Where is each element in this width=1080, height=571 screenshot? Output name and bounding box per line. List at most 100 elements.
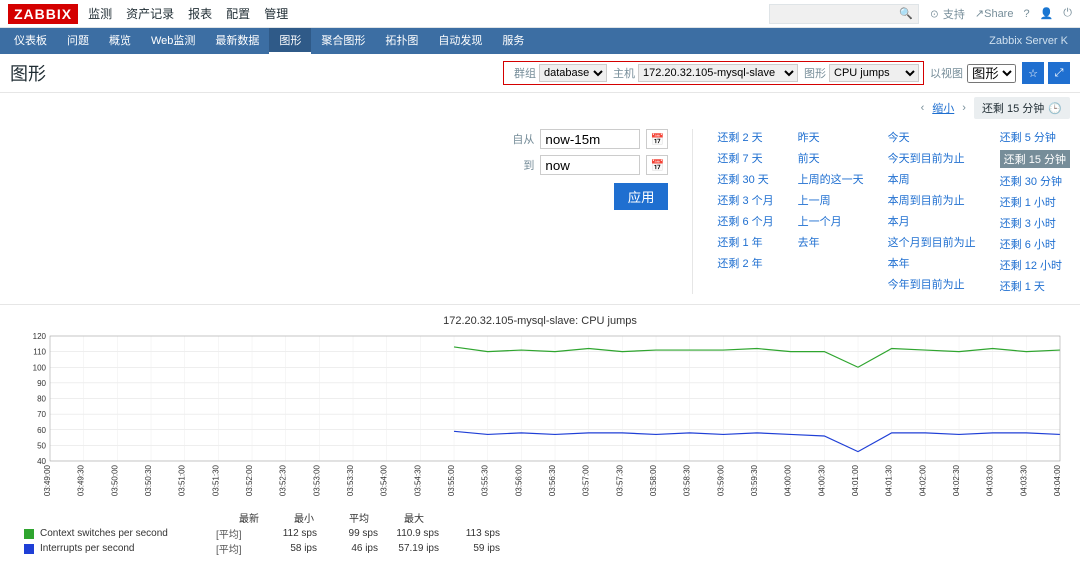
subnav-item[interactable]: 聚合图形 bbox=[311, 28, 375, 54]
from-input[interactable] bbox=[540, 129, 640, 149]
preset-link[interactable]: 还剩 2 天 bbox=[717, 129, 773, 145]
host-select[interactable]: 172.20.32.105-mysql-slave bbox=[638, 64, 798, 82]
topnav-item[interactable]: 报表 bbox=[188, 7, 212, 21]
preset-link[interactable]: 还剩 3 小时 bbox=[1000, 215, 1070, 231]
svg-text:04:04:00: 04:04:00 bbox=[1053, 464, 1062, 496]
preset-link[interactable]: 本周 bbox=[888, 171, 976, 187]
preset-link[interactable]: 本年 bbox=[888, 255, 976, 271]
preset-link[interactable]: 前天 bbox=[798, 150, 864, 166]
svg-text:90: 90 bbox=[37, 379, 46, 388]
logout-icon[interactable]: ⏻ bbox=[1063, 7, 1072, 20]
svg-text:03:59:30: 03:59:30 bbox=[750, 464, 759, 496]
preset-link[interactable]: 今天到目前为止 bbox=[888, 150, 976, 166]
legend-row: Context switches per second[平均]112 sps99… bbox=[24, 526, 1056, 541]
group-label: 群组 bbox=[514, 65, 536, 81]
zoom-next-icon[interactable]: › bbox=[962, 102, 966, 114]
group-select[interactable]: database bbox=[539, 64, 607, 82]
svg-text:40: 40 bbox=[37, 457, 46, 466]
chart: 40506070809010011012003:49:0003:49:3003:… bbox=[10, 331, 1070, 501]
legend-row: Interrupts per second[平均]58 ips46 ips57.… bbox=[24, 541, 1056, 556]
topnav-item[interactable]: 管理 bbox=[264, 7, 288, 21]
chart-title: 172.20.32.105-mysql-slave: CPU jumps bbox=[10, 315, 1070, 327]
subnav-item[interactable]: 概览 bbox=[99, 28, 141, 54]
search-icon[interactable]: 🔍 bbox=[895, 7, 917, 20]
preset-link[interactable]: 还剩 6 小时 bbox=[1000, 236, 1070, 252]
help-icon[interactable]: ? bbox=[1023, 8, 1029, 20]
subnav-item[interactable]: 问题 bbox=[57, 28, 99, 54]
preset-link[interactable]: 还剩 1 小时 bbox=[1000, 194, 1070, 210]
svg-text:04:02:30: 04:02:30 bbox=[952, 464, 961, 496]
svg-text:50: 50 bbox=[37, 441, 46, 450]
preset-link[interactable]: 还剩 30 分钟 bbox=[1000, 173, 1070, 189]
preset-link[interactable]: 还剩 1 年 bbox=[717, 234, 773, 250]
user-icon[interactable]: 👤 bbox=[1040, 7, 1054, 20]
preset-link[interactable]: 还剩 2 年 bbox=[717, 255, 773, 271]
svg-text:03:52:30: 03:52:30 bbox=[279, 464, 288, 496]
preset-link[interactable]: 还剩 3 个月 bbox=[717, 192, 773, 208]
preset-link[interactable]: 今天 bbox=[888, 129, 976, 145]
topnav-item[interactable]: 资产记录 bbox=[126, 7, 174, 21]
favorite-button[interactable]: ☆ bbox=[1022, 62, 1044, 84]
preset-link[interactable]: 还剩 15 分钟 bbox=[1000, 150, 1070, 168]
search-box: 🔍 bbox=[769, 4, 919, 24]
subnav-item[interactable]: 拓扑图 bbox=[375, 28, 428, 54]
share-link[interactable]: ↗Share bbox=[975, 7, 1014, 20]
svg-text:03:55:30: 03:55:30 bbox=[481, 464, 490, 496]
subnav-item[interactable]: 图形 bbox=[269, 28, 311, 54]
preset-link[interactable]: 还剩 6 个月 bbox=[717, 213, 773, 229]
svg-text:100: 100 bbox=[33, 363, 47, 372]
preset-link[interactable]: 今年到目前为止 bbox=[888, 276, 976, 292]
search-input[interactable] bbox=[770, 6, 895, 21]
subnav-item[interactable]: 自动发现 bbox=[428, 28, 492, 54]
subnav-item[interactable]: 服务 bbox=[492, 28, 534, 54]
preset-link[interactable]: 去年 bbox=[798, 234, 864, 250]
support-link[interactable]: ☉ 支持 bbox=[929, 6, 965, 22]
preset-link[interactable]: 还剩 12 小时 bbox=[1000, 257, 1070, 273]
shrink-link[interactable]: 缩小 bbox=[932, 100, 954, 116]
subnav-item[interactable]: 最新数据 bbox=[205, 28, 269, 54]
svg-text:03:57:00: 03:57:00 bbox=[582, 464, 591, 496]
fullscreen-button[interactable]: ⤢ bbox=[1048, 62, 1070, 84]
svg-text:03:50:00: 03:50:00 bbox=[110, 464, 119, 496]
svg-text:03:54:00: 03:54:00 bbox=[380, 464, 389, 496]
server-name: Zabbix Server K bbox=[989, 35, 1076, 47]
preset-link[interactable]: 上一周 bbox=[798, 192, 864, 208]
svg-text:03:58:30: 03:58:30 bbox=[683, 464, 692, 496]
svg-text:03:58:00: 03:58:00 bbox=[649, 464, 658, 496]
svg-text:04:03:00: 04:03:00 bbox=[986, 464, 995, 496]
svg-text:60: 60 bbox=[37, 426, 46, 435]
apply-button[interactable]: 应用 bbox=[614, 183, 669, 210]
graph-select[interactable]: CPU jumps bbox=[829, 64, 919, 82]
legend: 最新最小平均最大 Context switches per second[平均]… bbox=[10, 504, 1070, 562]
svg-text:04:00:00: 04:00:00 bbox=[784, 464, 793, 496]
topnav-item[interactable]: 配置 bbox=[226, 7, 250, 21]
to-input[interactable] bbox=[540, 155, 640, 175]
preset-link[interactable]: 本周到目前为止 bbox=[888, 192, 976, 208]
zoom-prev-icon[interactable]: ‹ bbox=[921, 102, 925, 114]
preset-link[interactable]: 昨天 bbox=[798, 129, 864, 145]
preset-link[interactable]: 上周的这一天 bbox=[798, 171, 864, 187]
svg-text:04:02:00: 04:02:00 bbox=[918, 464, 927, 496]
svg-text:03:49:30: 03:49:30 bbox=[77, 464, 86, 496]
preset-link[interactable]: 还剩 5 分钟 bbox=[1000, 129, 1070, 145]
svg-text:03:51:30: 03:51:30 bbox=[211, 464, 220, 496]
subnav-item[interactable]: 仪表板 bbox=[4, 28, 57, 54]
preset-link[interactable]: 还剩 30 天 bbox=[717, 171, 773, 187]
svg-text:04:00:30: 04:00:30 bbox=[817, 464, 826, 496]
current-range[interactable]: 还剩 15 分钟🕒 bbox=[974, 97, 1070, 119]
sub-nav: 仪表板问题概览Web监测最新数据图形聚合图形拓扑图自动发现服务 Zabbix S… bbox=[0, 28, 1080, 54]
preset-link[interactable]: 还剩 7 天 bbox=[717, 150, 773, 166]
preset-link[interactable]: 本月 bbox=[888, 213, 976, 229]
preset-link[interactable]: 上一个月 bbox=[798, 213, 864, 229]
preset-link[interactable]: 这个月到目前为止 bbox=[888, 234, 976, 250]
svg-text:03:51:00: 03:51:00 bbox=[178, 464, 187, 496]
topnav-item[interactable]: 监测 bbox=[88, 7, 112, 21]
calendar-icon[interactable]: 📅 bbox=[646, 155, 668, 175]
calendar-icon[interactable]: 📅 bbox=[646, 129, 668, 149]
svg-text:03:59:00: 03:59:00 bbox=[716, 464, 725, 496]
subnav-item[interactable]: Web监测 bbox=[141, 28, 205, 54]
views-select[interactable]: 图形 bbox=[967, 64, 1016, 83]
svg-text:03:50:30: 03:50:30 bbox=[144, 464, 153, 496]
preset-link[interactable]: 还剩 1 天 bbox=[1000, 278, 1070, 294]
svg-text:03:53:30: 03:53:30 bbox=[346, 464, 355, 496]
